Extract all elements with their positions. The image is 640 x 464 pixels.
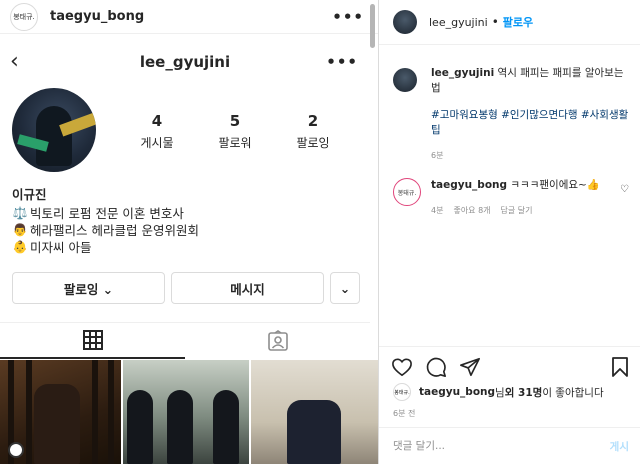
instagram-icon [8, 442, 24, 458]
likes-suffix: 이 좋아합니다 [542, 386, 604, 399]
profile-more-icon[interactable]: ••• [326, 53, 358, 71]
person-icon: 👨 [12, 223, 28, 237]
avatar[interactable] [393, 10, 417, 34]
photo-thumbnail[interactable] [250, 360, 378, 464]
post-time: 6분 전 [393, 409, 416, 418]
comment-input[interactable] [393, 440, 583, 452]
more-options-icon[interactable]: ••• [332, 8, 364, 26]
profile-tabs [0, 322, 370, 359]
avatar-text: 봉태규. [394, 389, 410, 396]
profile-name: 이규진 [12, 187, 47, 202]
stat-posts-label: 게시물 [140, 136, 174, 150]
stat-posts: 4 게시물 [118, 112, 196, 151]
likes-summary: 봉태규. taegyu_bong 님 외 31명 이 좋아합니다 [393, 383, 633, 401]
share-icon[interactable] [459, 356, 481, 378]
follow-button[interactable]: 팔로우 [503, 14, 533, 30]
tab-posts[interactable] [0, 323, 185, 359]
profile-stats: 4 게시물 5 팔로워 2 팔로잉 [118, 112, 368, 151]
avatar-text: 봉태규. [13, 12, 35, 21]
caption-hashtags[interactable]: #고마워요봉형 #인기많으면다행 #사회생활팁 [431, 108, 633, 138]
post-header: lee_gyujini • 팔로우 [379, 0, 640, 45]
tab-tagged[interactable] [185, 323, 370, 359]
profile-buttons: 팔로잉 ⌄ 메시지 ⌄ [12, 272, 362, 304]
likes-username[interactable]: taegyu_bong [419, 386, 495, 398]
avatar-text: 봉태규. [397, 189, 417, 197]
profile-header: ‹ lee_gyujini ••• [0, 44, 370, 80]
comment-meta: 4분 좋아요 8개 답글 달기 [431, 203, 633, 218]
top-strip: 봉태규. taegyu_bong ••• [0, 0, 378, 34]
stat-followers-count: 5 [229, 112, 241, 130]
message-button[interactable]: 메시지 [171, 272, 324, 304]
comment-icon[interactable] [425, 356, 447, 378]
tagged-icon [267, 330, 288, 351]
avatar[interactable]: 봉태규. [393, 383, 411, 401]
post-actions [379, 346, 640, 386]
avatar[interactable]: 봉태규. [393, 178, 421, 206]
post-comment-button[interactable]: 게시 [610, 439, 629, 454]
stat-following-label: 팔로잉 [296, 136, 330, 150]
profile-bio: 이규진 ⚖️ 빅토리 로펌 전문 이혼 변호사 👨 헤라팰리스 헤라클럽 운영위원회… [12, 186, 199, 256]
bookmark-icon[interactable] [609, 356, 631, 378]
comment-username[interactable]: taegyu_bong [431, 179, 507, 191]
bio-line: 👨 헤라팰리스 헤라클럽 운영위원회 [12, 222, 199, 239]
comment-likes[interactable]: 좋아요 8개 [453, 203, 490, 218]
likes-prefix: 님 [495, 386, 505, 399]
post-author[interactable]: lee_gyujini [429, 16, 488, 29]
profile-avatar[interactable] [12, 88, 96, 172]
bio-line: ⚖️ 빅토리 로펌 전문 이혼 변호사 [12, 205, 199, 222]
reply-button[interactable]: 답글 달기 [501, 203, 533, 218]
comment-heart-icon[interactable]: ♡ [620, 184, 629, 195]
stat-following[interactable]: 2 팔로잉 [274, 112, 352, 151]
photo-thumbnail[interactable] [0, 360, 122, 464]
baby-icon: 👶 [12, 240, 28, 254]
top-username[interactable]: taegyu_bong [50, 9, 144, 24]
following-button[interactable]: 팔로잉 ⌄ [12, 272, 165, 304]
caption-username[interactable]: lee_gyujini [431, 67, 494, 79]
stat-following-count: 2 [307, 112, 319, 130]
post-panel: lee_gyujini • 팔로우 lee_gyujini 역시 패피는 패피를… [378, 0, 640, 464]
photo-grid [0, 360, 378, 464]
scrollbar[interactable] [370, 4, 375, 48]
comment-item: 봉태규. taegyu_bong ㅋㅋㅋ팬이에요~👍 4분 좋아요 8개 답글 … [393, 178, 633, 218]
separator-dot: • [491, 15, 499, 29]
caption-time: 6분 [431, 151, 444, 160]
like-heart-icon[interactable] [391, 356, 413, 378]
suggestions-button[interactable]: ⌄ [330, 272, 360, 304]
likes-count[interactable]: 외 31명 [505, 385, 543, 400]
bio-text: 미자씨 아들 [30, 240, 92, 255]
profile-panel: 봉태규. taegyu_bong ••• ‹ lee_gyujini ••• 4… [0, 0, 378, 464]
comment-text: ㅋㅋㅋ팬이에요~👍 [510, 179, 600, 191]
avatar[interactable]: 봉태규. [10, 2, 38, 31]
bio-text: 헤라팰리스 헤라클럽 운영위원회 [30, 223, 199, 238]
avatar[interactable] [393, 68, 417, 92]
stat-followers[interactable]: 5 팔로워 [196, 112, 274, 151]
bio-line: 👶 미자씨 아들 [12, 239, 199, 256]
profile-username: lee_gyujini [139, 53, 231, 71]
stat-followers-label: 팔로워 [218, 136, 252, 150]
scales-icon: ⚖️ [12, 206, 28, 220]
photo-thumbnail[interactable] [123, 360, 249, 464]
stat-posts-count: 4 [151, 112, 163, 130]
grid-icon [82, 330, 103, 350]
comment-time: 4분 [431, 206, 444, 215]
post-caption: lee_gyujini 역시 패피는 패피를 알아보는 법 #고마워요봉형 #인… [393, 66, 633, 163]
bio-text: 빅토리 로펌 전문 이혼 변호사 [30, 206, 184, 221]
comment-box: 게시 [379, 427, 640, 464]
